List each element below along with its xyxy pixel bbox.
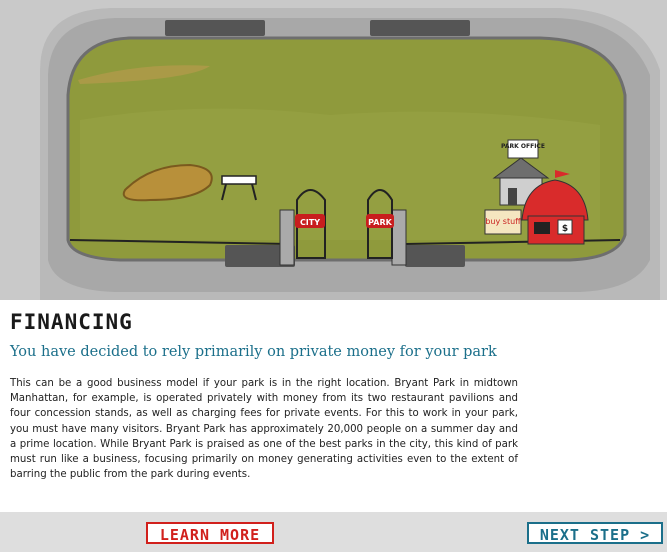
city-sign: CITY — [300, 218, 320, 227]
footer-bar: LEARN MORE NEXT STEP > — [0, 512, 667, 552]
road-stripe — [370, 20, 470, 36]
body-paragraph: This can be a good business model if you… — [10, 378, 518, 481]
park-sign: PARK — [368, 218, 392, 227]
road-stripe — [165, 20, 265, 36]
park-illustration: CITY PARK PARK OFFICE $ buy stuff — [0, 0, 667, 300]
buy-stuff-sign: buy stuff — [484, 209, 522, 235]
subtitle: You have decided to rely primarily on pr… — [10, 344, 497, 360]
road-stripe — [405, 245, 465, 267]
office-sign: PARK OFFICE — [501, 143, 545, 150]
learn-more-button[interactable]: LEARN MORE — [146, 522, 274, 544]
dollar-sign: $ — [562, 224, 568, 234]
buy-stuff-text: buy stuff — [485, 217, 521, 226]
next-step-button[interactable]: NEXT STEP > — [527, 522, 663, 544]
page-title: FINANCING — [10, 310, 133, 334]
park-scene: CITY PARK PARK OFFICE $ buy stuff — [0, 0, 667, 300]
content-panel: FINANCING You have decided to rely prima… — [0, 300, 667, 512]
